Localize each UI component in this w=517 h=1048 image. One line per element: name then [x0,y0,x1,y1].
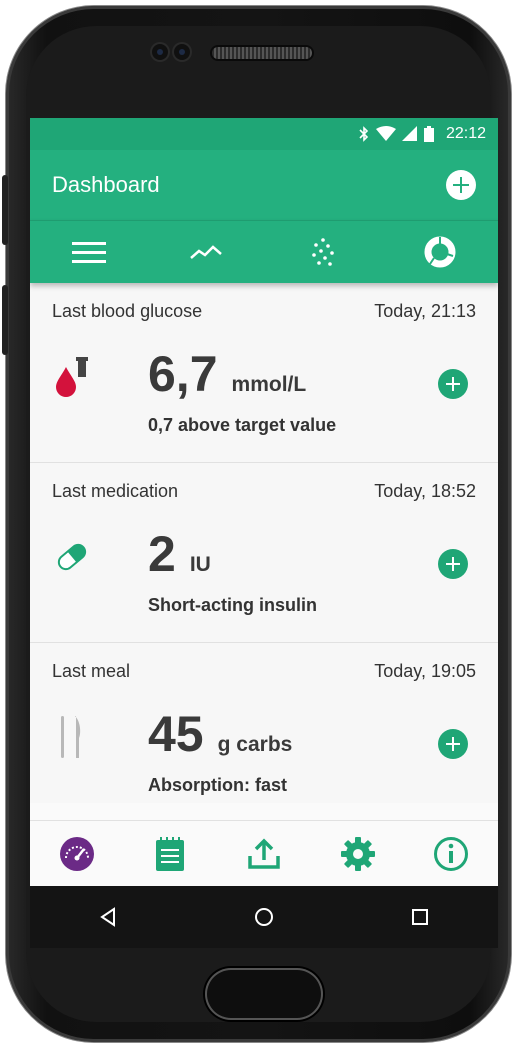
battery-icon [423,126,434,142]
system-navigation-bar [30,886,498,948]
scatter-icon [311,238,334,266]
tab-scatter[interactable] [293,230,353,274]
fork-knife-icon [52,711,92,763]
card-title: Last meal [52,661,131,681]
medication-value: 2 [148,526,176,582]
volume-up-button [2,175,8,245]
nav-info[interactable] [429,832,473,876]
logbook-icon [156,837,185,871]
page-title: Dashboard [52,172,160,197]
bottom-navigation [30,820,498,887]
tab-trend[interactable] [176,230,236,274]
settings-icon [340,837,375,871]
dashboard-gauge-icon [59,837,94,871]
screen: 22:12 Dashboard Last blood glucose Today… [30,118,498,948]
home-circle-icon[interactable] [253,906,275,928]
blood-drop-icon [52,351,92,403]
physical-home-button[interactable] [205,968,323,1020]
earpiece-speaker [212,47,312,59]
glucose-subtitle: 0,7 above target value [148,415,337,435]
card-blood-glucose[interactable]: Last blood glucose Today, 21:13 6,7 mmol… [30,283,498,463]
bluetooth-icon [359,126,369,142]
trend-line-icon [189,245,222,259]
card-time: Today, 21:13 [374,301,476,321]
card-meal[interactable]: Last meal Today, 19:05 45 g carbs Absorp… [30,643,498,803]
add-meal-button[interactable] [438,729,468,759]
card-title: Last blood glucose [52,301,203,321]
card-medication[interactable]: Last medication Today, 18:52 2 IU Short-… [30,463,498,643]
export-icon [248,838,280,869]
tab-donut[interactable] [410,230,470,274]
medication-subtitle: Short-acting insulin [148,595,317,615]
front-camera [152,44,168,60]
add-entry-button[interactable] [446,170,476,200]
app-bar: Dashboard [30,150,498,220]
meal-unit: g carbs [217,733,293,756]
sensor [174,44,190,60]
add-medication-button[interactable] [438,549,468,579]
pill-icon [52,531,92,583]
menu-icon [71,242,106,263]
status-time: 22:12 [445,125,486,142]
back-icon[interactable] [97,906,119,928]
status-bar: 22:12 [30,118,498,150]
add-glucose-button[interactable] [438,369,468,399]
meal-subtitle: Absorption: fast [148,775,287,795]
nav-settings[interactable] [336,832,380,876]
signal-icon [401,126,417,141]
wifi-icon [375,126,396,141]
recents-square-icon[interactable] [409,906,431,928]
nav-export[interactable] [242,832,286,876]
card-time: Today, 19:05 [374,661,476,681]
donut-chart-icon [424,236,455,268]
nav-logbook[interactable] [148,832,192,876]
tab-menu[interactable] [59,230,119,274]
tab-bar [30,220,498,283]
card-title: Last medication [52,481,179,501]
card-time: Today, 18:52 [374,481,476,501]
medication-unit: IU [189,553,211,576]
meal-value: 45 [148,706,204,762]
volume-down-button [2,285,8,355]
glucose-value: 6,7 [148,346,218,402]
nav-dashboard[interactable] [55,832,99,876]
glucose-unit: mmol/L [231,373,307,396]
info-icon [434,837,469,871]
